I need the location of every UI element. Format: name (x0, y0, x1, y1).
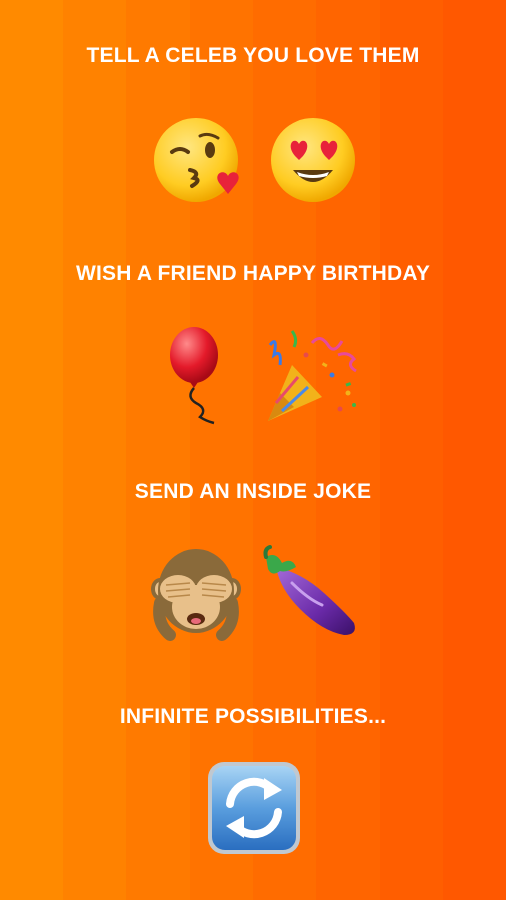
eggplant-icon (262, 543, 362, 643)
party-popper-icon (262, 325, 362, 425)
section-title-joke: SEND AN INSIDE JOKE (134, 480, 372, 503)
section-title-infinite: INFINITE POSSIBILITIES... (119, 705, 387, 728)
face-blowing-kiss-icon (150, 112, 250, 212)
see-no-evil-monkey-icon (150, 543, 250, 643)
repeat-arrows-icon (206, 760, 306, 860)
smiling-face-heart-eyes-icon (265, 112, 365, 212)
section-title-celeb: TELL A CELEB YOU LOVE THEM (86, 44, 420, 67)
balloon-icon (150, 325, 250, 425)
section-title-birthday: WISH A FRIEND HAPPY BIRTHDAY (75, 262, 431, 285)
emoji-row-infinite (0, 760, 506, 860)
emoji-row-celeb (0, 112, 506, 212)
emoji-row-birthday (0, 325, 506, 425)
emoji-row-joke (0, 543, 506, 643)
